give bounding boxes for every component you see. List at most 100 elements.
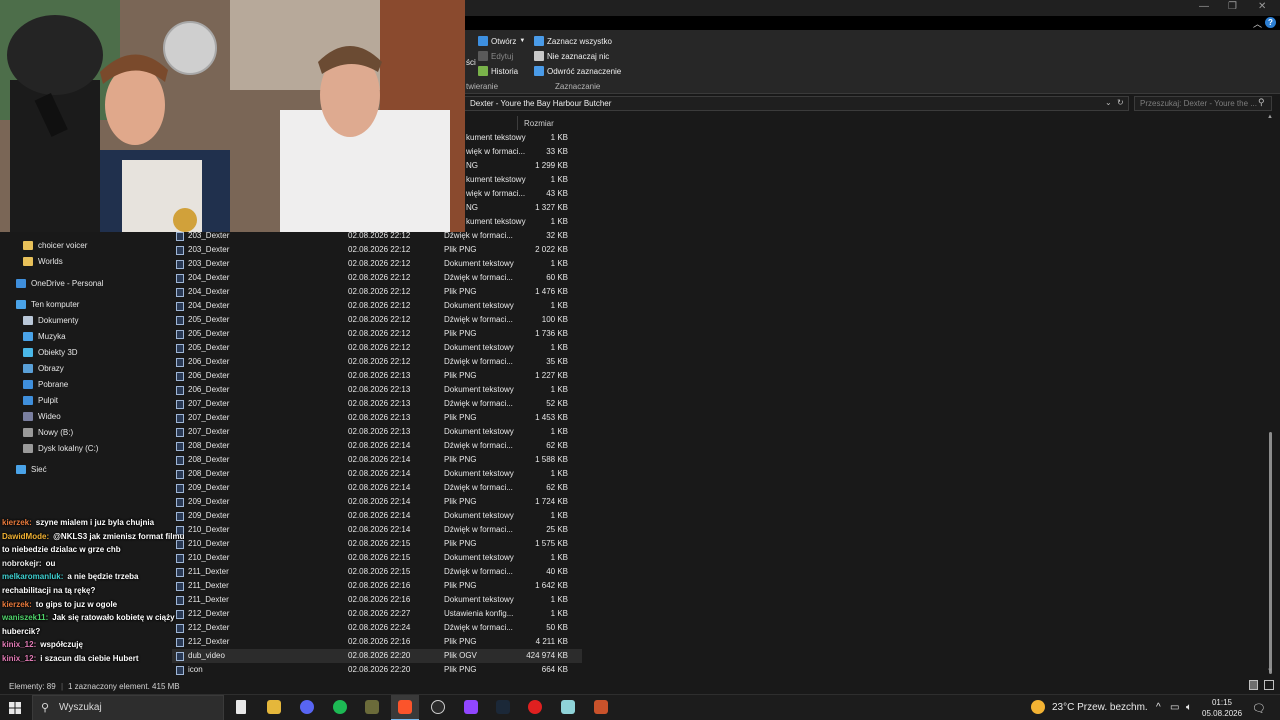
file-row[interactable]: 211_Dexter 02.08.2026 22:16 Dokument tekst… bbox=[172, 593, 582, 607]
file-row[interactable]: 211_Dexter 02.08.2026 22:16 Plik PNG 1 642 … bbox=[172, 579, 582, 593]
nav-item[interactable]: Wideo bbox=[23, 412, 61, 421]
twitch-icon[interactable] bbox=[464, 700, 478, 714]
steam-icon[interactable] bbox=[496, 700, 510, 714]
file-row[interactable]: 209_Dexter 02.08.2026 22:14 Dźwięk w forma… bbox=[172, 481, 582, 495]
volume-icon[interactable]: 🔈︎ bbox=[1186, 702, 1192, 713]
file-row[interactable]: 204_Dexter 02.08.2026 22:12 Dźwięk w forma… bbox=[172, 271, 582, 285]
file-row[interactable]: 203_Dexter 02.08.2026 22:12 Dokument tekst… bbox=[172, 257, 582, 271]
scroll-down-icon[interactable]: ▼ bbox=[1267, 668, 1273, 674]
select-none-button[interactable]: Nie zaznaczaj nic bbox=[534, 51, 609, 61]
file-row[interactable]: 208_Dexter 02.08.2026 22:14 Plik PNG 1 588 … bbox=[172, 453, 582, 467]
file-row[interactable]: 210_Dexter 02.08.2026 22:15 Dokument tekst… bbox=[172, 551, 582, 565]
file-row[interactable]: 207_Dexter 02.08.2026 22:13 Dokument tekst… bbox=[172, 425, 582, 439]
search-input[interactable]: Przeszukaj: Dexter - Youre the ... bbox=[1134, 96, 1272, 111]
file-row[interactable]: 208_Dexter 02.08.2026 22:14 Dokument tekst… bbox=[172, 467, 582, 481]
nav-item[interactable]: Pobrane bbox=[23, 380, 68, 389]
file-row[interactable]: 206_Dexter 02.08.2026 22:13 Dokument tekst… bbox=[172, 383, 582, 397]
file-name: 211_Dexter bbox=[188, 581, 229, 590]
youtube-icon[interactable] bbox=[528, 700, 542, 714]
notifications-icon[interactable]: 🗨︎ bbox=[1252, 702, 1266, 715]
file-size: 35 KB bbox=[546, 357, 568, 366]
restore-icon[interactable]: ❐ bbox=[1228, 1, 1237, 12]
brave-browser-icon[interactable] bbox=[398, 700, 412, 714]
nav-item[interactable]: Worlds bbox=[23, 257, 63, 266]
address-bar[interactable]: Dexter - Youre the Bay Harbour Butcher bbox=[464, 96, 1129, 111]
network-icon[interactable]: ▭ bbox=[1170, 702, 1179, 713]
nav-item[interactable]: Sieć bbox=[16, 465, 47, 474]
nav-item[interactable]: OneDrive - Personal bbox=[16, 279, 103, 288]
file-row[interactable]: 206_Dexter 02.08.2026 22:12 Dźwięk w forma… bbox=[172, 355, 582, 369]
nav-item[interactable]: Obiekty 3D bbox=[23, 348, 78, 357]
address-history-chevron-icon[interactable]: ⌄ bbox=[1105, 98, 1112, 107]
column-divider[interactable] bbox=[517, 116, 518, 130]
file-row[interactable]: 209_Dexter 02.08.2026 22:14 Dokument tekst… bbox=[172, 509, 582, 523]
nav-item[interactable]: Ten komputer bbox=[16, 300, 79, 309]
select-all-button[interactable]: Zaznacz wszystko bbox=[534, 36, 612, 46]
nav-item-label: Dokumenty bbox=[38, 316, 79, 325]
spotify-icon[interactable] bbox=[333, 700, 347, 714]
file-row[interactable]: 203_Dexter 02.08.2026 22:12 Plik PNG 2 022 … bbox=[172, 243, 582, 257]
history-button[interactable]: Historia bbox=[478, 66, 518, 76]
document-app-icon[interactable] bbox=[236, 700, 246, 714]
file-row[interactable]: 207_Dexter 02.08.2026 22:13 Dźwięk w forma… bbox=[172, 397, 582, 411]
file-row[interactable]: 210_Dexter 02.08.2026 22:15 Plik PNG 1 575 … bbox=[172, 537, 582, 551]
weather-icon[interactable] bbox=[1031, 700, 1045, 714]
discord-icon[interactable] bbox=[300, 700, 314, 714]
file-row[interactable]: 205_Dexter 02.08.2026 22:12 Dokument tekst… bbox=[172, 341, 582, 355]
nav-item[interactable]: Muzyka bbox=[23, 332, 66, 341]
file-row[interactable]: 209_Dexter 02.08.2026 22:14 Plik PNG 1 724 … bbox=[172, 495, 582, 509]
taskbar-search-box[interactable]: ⚲ Wyszukaj bbox=[32, 695, 224, 720]
obs-icon[interactable] bbox=[431, 700, 445, 714]
file-row[interactable]: 212_Dexter 02.08.2026 22:16 Plik PNG 4 211 … bbox=[172, 635, 582, 649]
nav-item[interactable]: Obrazy bbox=[23, 364, 64, 373]
nav-item[interactable]: Nowy (B:) bbox=[23, 428, 73, 437]
windows-start-icon[interactable] bbox=[9, 702, 21, 714]
file-row[interactable]: icon 02.08.2026 22:20 Plik PNG 664 KB bbox=[172, 663, 582, 677]
media-app-icon[interactable] bbox=[365, 700, 379, 714]
weather-text[interactable]: 23°C Przew. bezchm. bbox=[1052, 702, 1148, 713]
search-icon[interactable]: ⚲ bbox=[1258, 97, 1265, 108]
details-view-icon[interactable] bbox=[1249, 680, 1258, 690]
scrollbar-thumb[interactable] bbox=[1269, 432, 1272, 674]
file-row[interactable]: 205_Dexter 02.08.2026 22:12 Dźwięk w forma… bbox=[172, 313, 582, 327]
file-row[interactable]: 206_Dexter 02.08.2026 22:13 Plik PNG 1 227 … bbox=[172, 369, 582, 383]
invert-selection-button[interactable]: Odwróć zaznaczenie bbox=[534, 66, 621, 76]
nav-item[interactable]: Dysk lokalny (C:) bbox=[23, 444, 98, 453]
file-row[interactable]: 212_Dexter 02.08.2026 22:24 Dźwięk w forma… bbox=[172, 621, 582, 635]
file-row[interactable]: 207_Dexter 02.08.2026 22:13 Plik PNG 1 453 … bbox=[172, 411, 582, 425]
file-explorer-icon[interactable] bbox=[267, 700, 281, 714]
vertical-scrollbar[interactable]: ▲ ▼ bbox=[1266, 114, 1276, 678]
file-size: 1 KB bbox=[550, 343, 568, 352]
notepad-icon[interactable] bbox=[561, 700, 575, 714]
app-icon[interactable] bbox=[594, 700, 608, 714]
open-button[interactable]: Otwórz ▼ bbox=[478, 36, 525, 46]
file-row[interactable]: 210_Dexter 02.08.2026 22:14 Dźwięk w forma… bbox=[172, 523, 582, 537]
large-icons-view-icon[interactable] bbox=[1264, 680, 1274, 690]
file-row[interactable]: 204_Dexter 02.08.2026 22:12 Plik PNG 1 476 … bbox=[172, 285, 582, 299]
chevron-up-icon[interactable]: ︿ bbox=[1253, 17, 1262, 30]
file-icon bbox=[176, 344, 184, 353]
nav-item[interactable]: Dokumenty bbox=[23, 316, 78, 325]
file-row[interactable]: dub_video 02.08.2026 22:20 Plik OGV 424 974… bbox=[172, 649, 582, 663]
file-name: 207_Dexter bbox=[188, 413, 230, 422]
help-icon[interactable]: ? bbox=[1265, 17, 1276, 28]
file-row[interactable]: 212_Dexter 02.08.2026 22:27 Ustawienia kon… bbox=[172, 607, 582, 621]
close-icon[interactable]: ✕ bbox=[1258, 1, 1266, 12]
scroll-up-icon[interactable]: ▲ bbox=[1267, 114, 1273, 120]
column-header-size[interactable]: Rozmiar bbox=[524, 119, 554, 128]
file-row[interactable]: 204_Dexter 02.08.2026 22:12 Dokument tekst… bbox=[172, 299, 582, 313]
minimize-icon[interactable]: — bbox=[1199, 1, 1209, 12]
file-row[interactable]: 208_Dexter 02.08.2026 22:14 Dźwięk w forma… bbox=[172, 439, 582, 453]
clock[interactable]: 01:15 05.08.2026 bbox=[1202, 697, 1242, 719]
nav-item[interactable]: Pulpit bbox=[23, 396, 58, 405]
nav-item[interactable]: choicer voicer bbox=[23, 241, 87, 250]
file-name: 209_Dexter bbox=[188, 497, 230, 506]
file-row[interactable]: 205_Dexter 02.08.2026 22:12 Plik PNG 1 736 … bbox=[172, 327, 582, 341]
file-name: 208_Dexter bbox=[188, 455, 230, 464]
edit-button[interactable]: Edytuj bbox=[478, 51, 513, 61]
file-row[interactable]: 211_Dexter 02.08.2026 22:15 Dźwięk w forma… bbox=[172, 565, 582, 579]
tray-chevron-icon[interactable]: ^ bbox=[1156, 702, 1161, 713]
refresh-icon[interactable]: ↻ bbox=[1117, 98, 1124, 107]
pictures-icon bbox=[23, 364, 33, 373]
file-icon bbox=[176, 372, 184, 381]
